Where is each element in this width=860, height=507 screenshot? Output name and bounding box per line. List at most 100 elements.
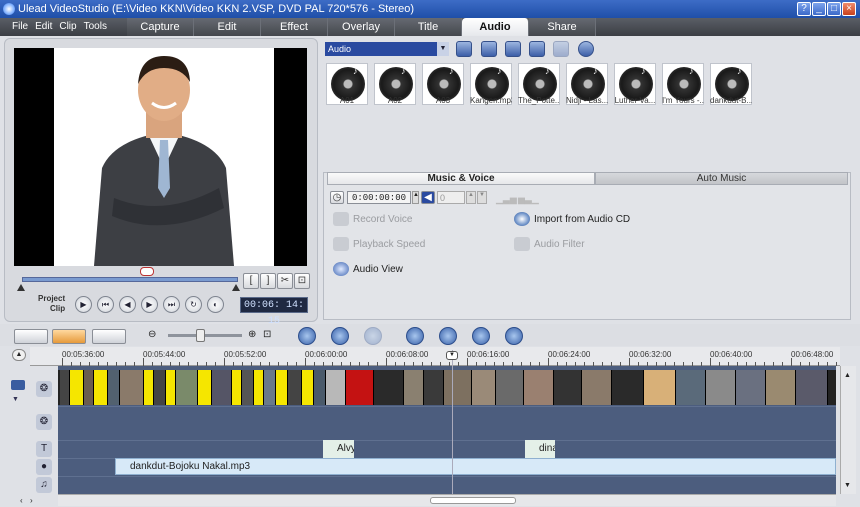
- video-preview[interactable]: [14, 48, 307, 266]
- step-share[interactable]: Share: [529, 18, 596, 36]
- volume-stepper[interactable]: ▲: [466, 191, 476, 204]
- music-clip[interactable]: dankdut-Bojoku Nakal.mp3: [115, 458, 836, 475]
- menu-file[interactable]: File: [12, 18, 28, 36]
- video-clip[interactable]: [154, 370, 166, 405]
- video-track-icon[interactable]: ❂: [36, 381, 52, 397]
- video-clip[interactable]: [302, 370, 314, 405]
- video-clip[interactable]: [232, 370, 242, 405]
- video-clip[interactable]: [108, 370, 120, 405]
- zoom-out-icon[interactable]: ⊖: [148, 329, 156, 340]
- trim-start-marker[interactable]: [17, 284, 25, 291]
- volume-icon[interactable]: ◐: [207, 296, 224, 313]
- import-audio-cd-button[interactable]: Import from Audio CD: [534, 214, 630, 225]
- video-clip[interactable]: [676, 370, 706, 405]
- vertical-scrollbar[interactable]: ▲ ▼: [840, 366, 856, 494]
- maximize-button[interactable]: □: [827, 2, 841, 16]
- repeat-icon[interactable]: ↻: [185, 296, 202, 313]
- timecode-display[interactable]: 00:06: 14: 15: [240, 297, 308, 327]
- help-button[interactable]: ?: [797, 2, 811, 16]
- menu-tools[interactable]: Tools: [84, 18, 107, 36]
- scroll-up-icon[interactable]: ▲: [844, 372, 851, 379]
- video-clip[interactable]: [444, 370, 472, 405]
- fit-project-icon[interactable]: ⊡: [263, 329, 271, 340]
- playhead-handle[interactable]: ▼: [446, 351, 458, 360]
- audio-filter-button[interactable]: Audio Filter: [534, 239, 585, 250]
- minimize-button[interactable]: _: [812, 2, 826, 16]
- home-icon[interactable]: ⏮: [97, 296, 114, 313]
- mark-out-button[interactable]: ]: [260, 273, 276, 289]
- video-clip[interactable]: [496, 370, 524, 405]
- auto-music-icon[interactable]: [505, 327, 523, 345]
- video-clip[interactable]: [198, 370, 212, 405]
- play-icon[interactable]: ▶: [75, 296, 92, 313]
- step-overlay[interactable]: Overlay: [328, 18, 395, 36]
- library-manager-icon[interactable]: [553, 41, 569, 57]
- close-button[interactable]: ×: [842, 2, 856, 16]
- ripple-dropdown-icon[interactable]: ▼: [12, 396, 19, 403]
- undo-icon[interactable]: [331, 327, 349, 345]
- video-clip[interactable]: [736, 370, 766, 405]
- video-clip[interactable]: [242, 370, 254, 405]
- chevron-down-icon[interactable]: ▼: [437, 42, 449, 56]
- video-clip[interactable]: [706, 370, 736, 405]
- zoom-slider[interactable]: [168, 334, 242, 337]
- audio-view-toggle-button[interactable]: [92, 329, 126, 344]
- step-edit[interactable]: Edit: [194, 18, 261, 36]
- video-clip[interactable]: [424, 370, 444, 405]
- video-clip[interactable]: [60, 370, 70, 405]
- step-effect[interactable]: Effect: [261, 18, 328, 36]
- video-clip[interactable]: [644, 370, 676, 405]
- video-track[interactable]: [58, 370, 836, 405]
- next-frame-icon[interactable]: ▶: [141, 296, 158, 313]
- video-clip[interactable]: [288, 370, 302, 405]
- voice-track-icon[interactable]: ●: [36, 459, 52, 475]
- tab-music-voice[interactable]: Music & Voice: [327, 172, 595, 185]
- timeline-top-icon[interactable]: ▲: [12, 349, 26, 361]
- video-clip[interactable]: [176, 370, 198, 405]
- video-clip[interactable]: [276, 370, 288, 405]
- step-title[interactable]: Title: [395, 18, 462, 36]
- video-clip[interactable]: [314, 370, 326, 405]
- volume-dropdown[interactable]: ▼: [477, 191, 487, 204]
- title-track-icon[interactable]: T: [36, 441, 52, 457]
- scroll-down-icon[interactable]: ▼: [844, 482, 851, 489]
- library-dropdown[interactable]: Audio: [325, 42, 449, 56]
- menu-edit[interactable]: Edit: [35, 18, 52, 36]
- video-clip[interactable]: [612, 370, 644, 405]
- record-capture-icon[interactable]: [439, 327, 457, 345]
- video-clip[interactable]: [326, 370, 346, 405]
- video-clip[interactable]: [212, 370, 232, 405]
- redo-icon[interactable]: [364, 327, 382, 345]
- storyboard-view-button[interactable]: [14, 329, 48, 344]
- record-voice-button[interactable]: Record Voice: [353, 214, 412, 225]
- step-capture[interactable]: Capture: [127, 18, 194, 36]
- title-clip[interactable]: Alvy: [323, 440, 354, 458]
- project-clip-toggle[interactable]: Project Clip: [38, 294, 65, 314]
- insert-media-icon[interactable]: [298, 327, 316, 345]
- video-clip[interactable]: [84, 370, 94, 405]
- preview-scrubber[interactable]: [22, 277, 238, 282]
- duration-field[interactable]: 0:00:00:00: [347, 191, 411, 204]
- smart-proxy-icon[interactable]: [406, 327, 424, 345]
- video-clip[interactable]: [472, 370, 496, 405]
- timeline-view-button[interactable]: [52, 329, 86, 344]
- duration-stepper[interactable]: ▲: [412, 191, 419, 204]
- title-clip[interactable]: dina: [525, 440, 555, 458]
- music-track-icon[interactable]: ♫: [36, 477, 52, 493]
- video-clip[interactable]: [346, 370, 374, 405]
- zoom-in-icon[interactable]: ⊕: [248, 329, 256, 340]
- import-media-icon[interactable]: [481, 41, 497, 57]
- horizontal-scroll-thumb[interactable]: [430, 497, 516, 504]
- zoom-slider-thumb[interactable]: [196, 329, 205, 342]
- video-clip[interactable]: [524, 370, 554, 405]
- enlarge-preview-button[interactable]: ⊡: [294, 273, 310, 289]
- playback-speed-button[interactable]: Playback Speed: [353, 239, 425, 250]
- video-clip[interactable]: [144, 370, 154, 405]
- video-clip[interactable]: [554, 370, 582, 405]
- mark-in-button[interactable]: [: [243, 273, 259, 289]
- video-clip[interactable]: [94, 370, 108, 405]
- menu-clip[interactable]: Clip: [59, 18, 76, 36]
- cd-icon[interactable]: [529, 41, 545, 57]
- trim-end-marker[interactable]: [232, 284, 240, 291]
- video-clip[interactable]: [766, 370, 796, 405]
